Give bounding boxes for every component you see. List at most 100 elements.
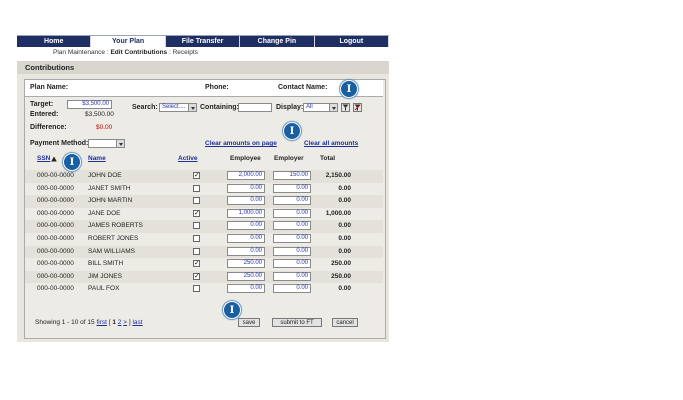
row-employee-input[interactable]: 0.00 [227,221,265,231]
row-employer-input[interactable]: 0.00 [273,208,311,218]
row-name: SAM WILLIAMS [88,247,135,255]
row-employee-input[interactable]: 1,000.00 [227,208,265,218]
pagination: Showing 1 - 10 of 15 first [ 1 2 > ] las… [35,319,143,326]
table-row: 000-00-0000 PAUL FOX 0.00 0.00 0.00 [25,283,383,296]
row-ssn: 000-00-0000 [37,235,74,242]
sort-up-icon[interactable] [51,156,57,162]
row-ssn: 000-00-0000 [37,260,74,268]
table-row: 000-00-0000 ROBERT JONES 0.00 0.00 0.00 [25,233,383,246]
row-name: BILL SMITH [88,260,124,268]
breadcrumb-prefix[interactable]: Plan Maintenance : [53,49,109,56]
row-total: 0.00 [338,285,351,293]
submit-to-ft-button[interactable]: submit to FT [272,318,322,327]
contact-name-label: Contact Name: [278,84,328,91]
row-name: JAMES ROBERTS [88,222,143,230]
filter-button[interactable] [341,103,350,112]
row-employer-input[interactable]: 0.00 [273,221,311,231]
search-select[interactable]: Select.... [159,103,197,112]
row-employer-input[interactable]: 150.00 [273,171,311,180]
info-icon[interactable]: I [63,153,81,171]
table-row: 000-00-0000 SAM WILLIAMS 0.00 0.00 0.00 [25,245,383,259]
pagination-first-link[interactable]: first [96,319,106,326]
row-ssn: 000-00-0000 [37,247,74,255]
row-ssn: 000-00-0000 [37,222,74,230]
row-ssn: 000-00-0000 [37,184,74,192]
row-total: 0.00 [338,197,351,205]
tab-file-transfer[interactable]: File Transfer [165,36,241,47]
tab-home[interactable]: Home [17,36,92,47]
clear-page-link[interactable]: Clear amounts on page [205,140,277,147]
row-employee-input[interactable]: 2,000.00 [227,171,265,180]
entered-label: Entered: [30,111,59,118]
row-ssn: 000-00-0000 [37,197,74,205]
row-active-checkbox[interactable] [193,285,200,293]
save-button[interactable]: save [238,318,260,327]
row-employer-input[interactable]: 0.00 [273,284,311,294]
row-employer-input[interactable]: 0.00 [273,271,311,281]
row-employer-input[interactable]: 0.00 [273,259,311,269]
row-employer-input[interactable]: 0.00 [273,246,311,256]
row-total: 0.00 [338,222,351,230]
row-active-checkbox[interactable] [193,222,200,230]
info-icon[interactable]: I [223,301,241,319]
row-name: JIM JONES [88,272,122,280]
target-input[interactable]: $3,500.00 [67,100,112,109]
table-row: 000-00-0000 JOHN DOE ✓ 2,000.00 150.00 2… [25,170,383,183]
pagination-last-link[interactable]: last [132,319,142,326]
row-employer-input[interactable]: 0.00 [273,183,311,193]
difference-label: Difference: [30,124,67,131]
row-active-checkbox[interactable]: ✓ [193,272,200,280]
row-employee-input[interactable]: 0.00 [227,183,265,193]
row-active-checkbox[interactable] [193,197,200,205]
tab-logout[interactable]: Logout [314,36,390,47]
row-active-checkbox[interactable] [193,184,200,192]
row-employer-input[interactable]: 0.00 [273,196,311,206]
row-active-checkbox[interactable]: ✓ [193,260,200,268]
containing-input[interactable] [238,103,272,112]
row-employee-input[interactable]: 0.00 [227,196,265,206]
target-label: Target: [30,101,54,108]
pagination-close-bracket: ] [128,319,131,326]
chevron-down-icon [116,140,124,147]
row-total: 250.00 [331,260,351,268]
breadcrumb-current: Edit Contributions [110,49,168,56]
row-active-checkbox[interactable]: ✓ [193,172,200,179]
row-total: 0.00 [338,235,351,242]
payment-method-select[interactable] [88,139,125,148]
row-employee-input[interactable]: 250.00 [227,271,265,281]
row-employer-input[interactable]: 0.00 [273,234,311,243]
pagination-showing: Showing 1 - 10 of 15 [35,319,95,326]
entered-value: $3,500.00 [85,111,114,118]
plan-name-label: Plan Name: [30,84,69,91]
row-employee-input[interactable]: 0.00 [227,234,265,243]
clear-filter-button[interactable] [353,103,362,112]
info-icon[interactable]: I [340,80,358,98]
search-label: Search: [132,104,158,111]
cancel-button[interactable]: cancel [332,318,358,327]
row-employee-input[interactable]: 0.00 [227,284,265,294]
name-column-header[interactable]: Name [88,155,106,162]
row-active-checkbox[interactable] [193,235,200,242]
row-name: JOHN DOE [88,172,122,179]
breadcrumb-suffix[interactable]: : Receipts [169,49,198,56]
row-employee-input[interactable]: 0.00 [227,246,265,256]
table-row: 000-00-0000 JIM JONES ✓ 250.00 0.00 250.… [25,270,383,284]
display-select[interactable]: All [303,103,338,112]
row-active-checkbox[interactable] [193,247,200,255]
display-select-value: All [306,104,313,110]
tab-change-pin[interactable]: Change Pin [240,36,315,47]
clear-all-link[interactable]: Clear all amounts [304,140,358,147]
pagination-next-link[interactable]: > [123,319,127,326]
row-employee-input[interactable]: 250.00 [227,259,265,269]
ssn-column-header[interactable]: SSN [37,155,50,162]
row-active-checkbox[interactable]: ✓ [193,209,200,217]
active-column-header[interactable]: Active [178,155,198,162]
section-title: Contributions [17,61,389,74]
filter-icon [342,104,349,111]
pagination-page-2-link[interactable]: 2 [118,319,122,326]
row-name: PAUL FOX [88,285,120,293]
table-row: 000-00-0000 BILL SMITH ✓ 250.00 0.00 250… [25,258,383,271]
phone-label: Phone: [205,84,229,91]
breadcrumb: Plan Maintenance : Edit Contributions : … [17,47,389,59]
info-icon[interactable]: I [283,122,301,140]
